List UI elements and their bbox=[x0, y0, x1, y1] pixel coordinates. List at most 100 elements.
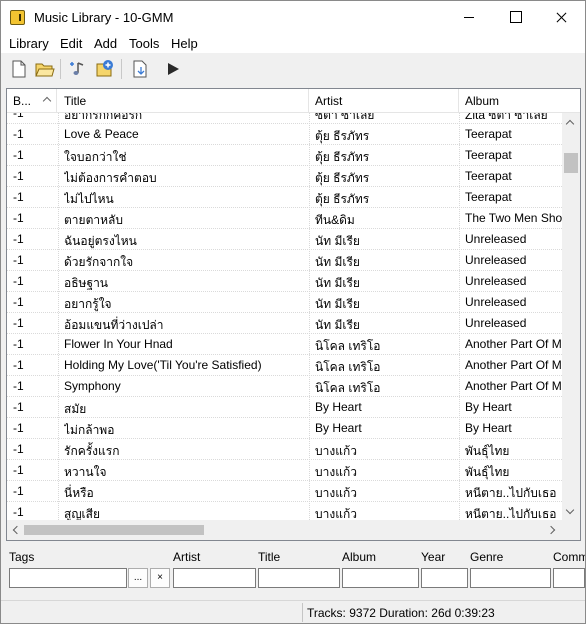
maximize-button[interactable] bbox=[492, 1, 538, 33]
cell-artist: ทีน&ดิม bbox=[315, 213, 355, 227]
cell-bpm: -1 bbox=[13, 253, 24, 267]
table-row[interactable]: -1 Symphony นิโคล เทริโอ Another Part Of M bbox=[7, 376, 562, 397]
cell-artist: ตุ้ย ธีรภัทร bbox=[315, 129, 370, 143]
play-icon[interactable] bbox=[162, 58, 184, 80]
cell-bpm: -1 bbox=[13, 295, 24, 309]
table-row[interactable]: -1 อยากรู้ใจ นัท มีเรีย Unreleased bbox=[7, 292, 562, 313]
cell-album: The Two Men Show bbox=[465, 211, 562, 225]
genre-input[interactable] bbox=[470, 568, 551, 588]
table-row[interactable]: -1 ด้วยรักจากใจ นัท มีเรีย Unreleased bbox=[7, 250, 562, 271]
export-icon[interactable] bbox=[129, 58, 151, 80]
menu-tools[interactable]: Tools bbox=[129, 36, 159, 51]
add-track-icon[interactable] bbox=[67, 58, 89, 80]
column-header-artist[interactable]: Artist bbox=[309, 89, 459, 113]
cell-album: Teerapat bbox=[465, 127, 512, 141]
table-row[interactable]: -1 ไม่ไปไหน ตุ้ย ธีรภัทร Teerapat bbox=[7, 187, 562, 208]
cell-bpm: -1 bbox=[13, 169, 24, 183]
table-row[interactable]: -1 Flower In Your Hnad นิโคล เทริโอ Another… bbox=[7, 334, 562, 355]
table-row[interactable]: -1 สมัย By Heart By Heart bbox=[7, 397, 562, 418]
cell-bpm: -1 bbox=[13, 337, 24, 351]
table-body: -1 อยากรกกคอรก ซตา ซาเลย Zita ซตา ซาเลย -1 Lo… bbox=[7, 113, 562, 520]
cell-title: ด้วยรักจากใจ bbox=[64, 255, 134, 269]
vertical-scroll-thumb[interactable] bbox=[564, 153, 578, 173]
cell-title: ไม่กล้าพอ bbox=[64, 423, 115, 437]
menu-library[interactable]: Library bbox=[9, 36, 49, 51]
toolbar-separator bbox=[60, 59, 61, 79]
browse-button[interactable]: ... bbox=[128, 568, 148, 588]
cell-album: Teerapat bbox=[465, 148, 512, 162]
table-row[interactable]: -1 ตายตาหลับ ทีน&ดิม The Two Men Show bbox=[7, 208, 562, 229]
cell-artist: By Heart bbox=[315, 400, 362, 414]
cell-bpm: -1 bbox=[13, 400, 24, 414]
column-header-title[interactable]: Title bbox=[58, 89, 309, 113]
cell-bpm: -1 bbox=[13, 148, 24, 162]
cell-title: Symphony bbox=[64, 379, 121, 393]
year-input[interactable] bbox=[421, 568, 468, 588]
table-row[interactable]: -1 ฉันอยู่ตรงไหน นัท มีเรีย Unreleased bbox=[7, 229, 562, 250]
table-row[interactable]: -1 ไม่กล้าพอ By Heart By Heart bbox=[7, 418, 562, 439]
cell-artist: นิโคล เทริโอ bbox=[315, 360, 381, 374]
horizontal-scroll-thumb[interactable] bbox=[24, 525, 204, 535]
table-row[interactable]: -1 ไม่ต้องการคำตอบ ตุ้ย ธีรภัทร Teerapat bbox=[7, 166, 562, 187]
add-disc-icon[interactable] bbox=[94, 58, 116, 80]
cell-bpm: -1 bbox=[13, 421, 24, 435]
table-row[interactable]: -1 อ้อมแขนที่ว่างเปล่า นัท มีเรีย Unrelease… bbox=[7, 313, 562, 334]
scroll-right-icon[interactable] bbox=[546, 525, 556, 535]
title-label: Title bbox=[258, 550, 281, 564]
cell-artist: นิโคล เทริโอ bbox=[315, 381, 381, 395]
column-header-bpm[interactable]: B... bbox=[7, 89, 57, 113]
minimize-button[interactable] bbox=[446, 1, 492, 33]
cell-album: Another Part Of M bbox=[465, 379, 562, 393]
new-file-icon[interactable] bbox=[8, 58, 30, 80]
menu-help[interactable]: Help bbox=[171, 36, 198, 51]
open-folder-icon[interactable] bbox=[33, 58, 55, 80]
cell-album: By Heart bbox=[465, 421, 512, 435]
column-divider bbox=[459, 113, 460, 520]
table-row[interactable]: -1 Love & Peace ตุ้ย ธีรภัทร Teerapat bbox=[7, 124, 562, 145]
column-header-label: B... bbox=[13, 94, 32, 108]
cell-artist: บางแก้ว bbox=[315, 444, 357, 458]
column-divider bbox=[309, 113, 310, 520]
table-row[interactable]: -1 ใจบอกว่าใช่ ตุ้ย ธีรภัทร Teerapat bbox=[7, 145, 562, 166]
table-row[interactable]: -1 สูญเสีย บางแก้ว หนีตาย..ไปกับเธอ bbox=[7, 502, 562, 520]
cell-title: สูญเสีย bbox=[64, 507, 101, 520]
cell-album: Unreleased bbox=[465, 232, 527, 246]
music-library-window: Music Library - 10-GMM Library Edit Add … bbox=[0, 0, 586, 624]
table-row[interactable]: -1 อธิษฐาน นัท มีเรีย Unreleased bbox=[7, 271, 562, 292]
clear-button[interactable]: × bbox=[150, 568, 170, 588]
table-row[interactable]: -1 รักครั้งแรก บางแก้ว พันธุ์ไทย bbox=[7, 439, 562, 460]
cell-album: Unreleased bbox=[465, 295, 527, 309]
horizontal-scrollbar[interactable] bbox=[7, 520, 562, 540]
cell-artist: บางแก้ว bbox=[315, 465, 357, 479]
artist-input[interactable] bbox=[173, 568, 256, 588]
table-row[interactable]: -1 หวานใจ บางแก้ว พันธุ์ไทย bbox=[7, 460, 562, 481]
album-input[interactable] bbox=[342, 568, 419, 588]
column-header-album[interactable]: Album bbox=[459, 89, 580, 113]
cell-artist: บางแก้ว bbox=[315, 507, 357, 520]
title-input[interactable] bbox=[258, 568, 340, 588]
cell-artist: นัท มีเรีย bbox=[315, 318, 360, 332]
vertical-scrollbar[interactable] bbox=[562, 113, 580, 520]
scroll-up-icon[interactable] bbox=[565, 119, 575, 129]
cell-title: Love & Peace bbox=[64, 127, 139, 141]
cell-album: By Heart bbox=[465, 400, 512, 414]
table-row[interactable]: -1 นี่หรือ บางแก้ว หนีตาย..ไปกับเธอ bbox=[7, 481, 562, 502]
cell-title: ไม่ต้องการคำตอบ bbox=[64, 171, 157, 185]
close-button[interactable] bbox=[538, 1, 584, 33]
toolbar-separator bbox=[121, 59, 122, 79]
table-row[interactable]: -1 Holding My Love('Til You're Satisfied)… bbox=[7, 355, 562, 376]
sort-ascending-icon bbox=[42, 96, 52, 106]
menu-edit[interactable]: Edit bbox=[60, 36, 82, 51]
scroll-left-icon[interactable] bbox=[12, 525, 22, 535]
cell-bpm: -1 bbox=[13, 274, 24, 288]
cell-title: อยากรู้ใจ bbox=[64, 297, 112, 311]
cell-title: รักครั้งแรก bbox=[64, 444, 120, 458]
scroll-down-icon[interactable] bbox=[565, 505, 575, 515]
scrollbar-corner bbox=[562, 520, 580, 540]
comment-input[interactable] bbox=[553, 568, 585, 588]
menu-add[interactable]: Add bbox=[94, 36, 117, 51]
table-row[interactable]: -1 อยากรกกคอรก ซตา ซาเลย Zita ซตา ซาเลย bbox=[7, 113, 562, 124]
tags-input[interactable] bbox=[9, 568, 127, 588]
cell-album: Another Part Of M bbox=[465, 337, 562, 351]
cell-title: อ้อมแขนที่ว่างเปล่า bbox=[64, 318, 164, 332]
